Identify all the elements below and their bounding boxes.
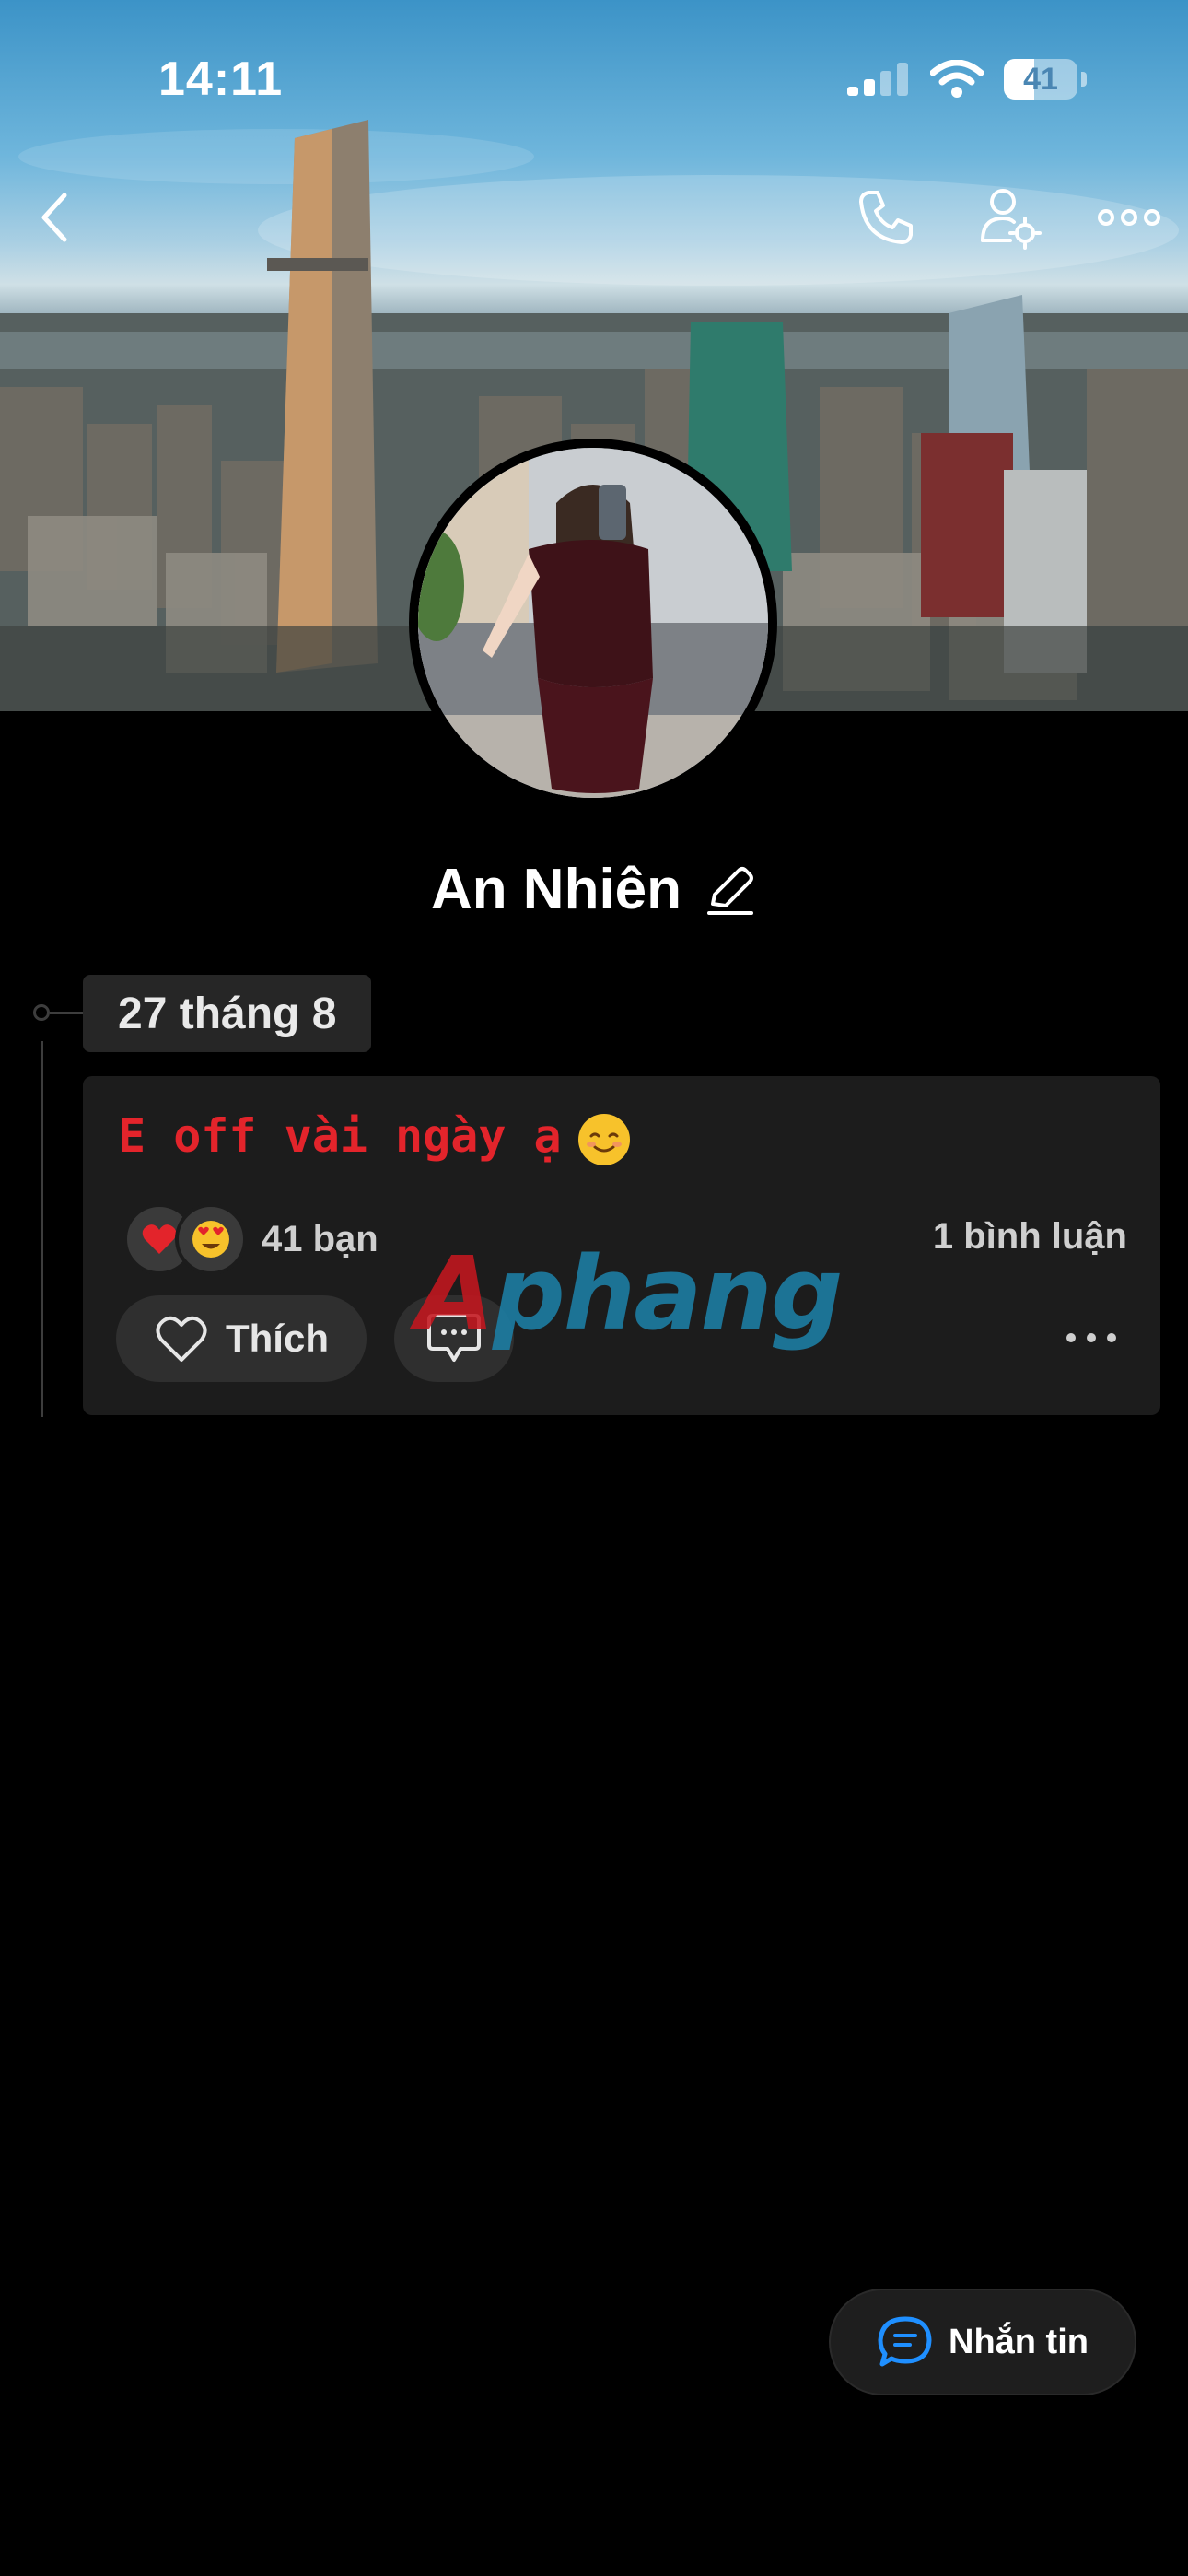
post-text: E off vài ngày ạ <box>118 1109 562 1163</box>
watermark-text: phang <box>493 1235 843 1352</box>
pencil-icon[interactable] <box>704 863 757 917</box>
comments-count[interactable]: 1 bình luận <box>933 1216 1127 1258</box>
post-text-row: E off vài ngày ạ <box>118 1109 630 1165</box>
reactions-summary[interactable]: 41 bạn <box>123 1203 379 1275</box>
avatar-photo <box>418 448 768 798</box>
timeline-connector <box>50 1012 85 1014</box>
cellular-signal-icon <box>847 63 908 96</box>
heart-icon <box>156 1316 207 1362</box>
timeline-dot <box>33 1004 50 1021</box>
chevron-left-icon <box>41 193 67 242</box>
profile-name-row: An Nhiên <box>0 857 1188 922</box>
heart-eyes-reaction-icon <box>175 1203 247 1275</box>
like-label: Thích <box>226 1317 329 1360</box>
chat-bubble-icon <box>878 2316 932 2367</box>
call-button[interactable] <box>849 181 923 254</box>
message-label: Nhắn tin <box>949 2322 1089 2361</box>
smiling-face-emoji-icon <box>577 1113 630 1165</box>
profile-name: An Nhiên <box>430 858 682 921</box>
like-button[interactable]: Thích <box>116 1295 367 1382</box>
watermark-initial: A <box>416 1235 495 1352</box>
wifi-icon <box>930 60 984 98</box>
more-options-button[interactable] <box>1092 181 1166 254</box>
timeline-date: 27 tháng 8 <box>83 975 372 1052</box>
message-button[interactable]: Nhắn tin <box>829 2289 1136 2395</box>
post-more-button[interactable] <box>1059 1317 1124 1358</box>
phone-icon <box>859 191 913 244</box>
timeline-line <box>41 1041 43 1417</box>
status-icons: 41 <box>847 59 1087 100</box>
more-dots-icon <box>1066 1333 1116 1342</box>
user-settings-icon <box>981 189 1042 250</box>
back-button[interactable] <box>18 181 92 254</box>
profile-settings-button[interactable] <box>973 181 1046 254</box>
reactions-count: 41 bạn <box>262 1218 379 1259</box>
watermark: Aphang <box>416 1235 843 1352</box>
more-horizontal-icon <box>1098 209 1160 226</box>
battery-level: 41 <box>1023 62 1058 97</box>
status-time: 14:11 <box>158 53 284 106</box>
battery-indicator: 41 <box>1004 59 1077 100</box>
profile-avatar[interactable] <box>409 439 777 807</box>
